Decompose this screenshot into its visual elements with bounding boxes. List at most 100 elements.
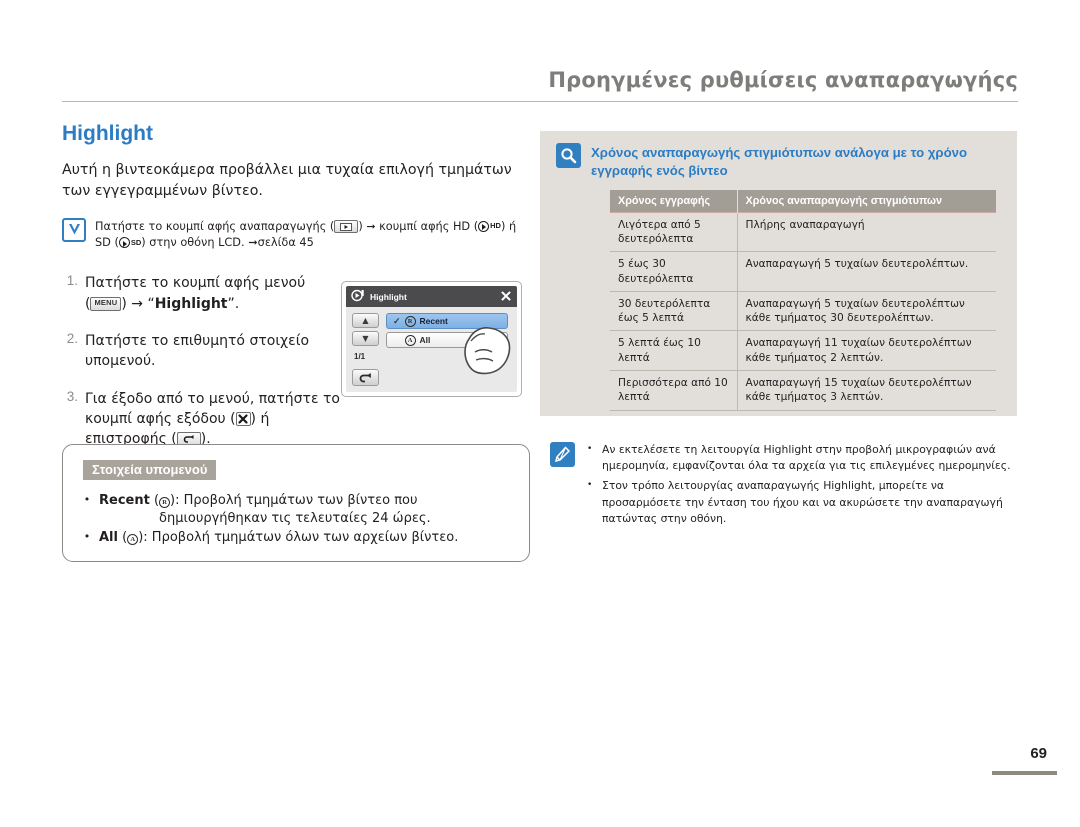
submenu-item-text: All (A): Προβολή τμημάτων όλων των αρχεί… [99, 529, 458, 547]
info-text-part4: ) ή [500, 219, 517, 233]
list-item: • Αν εκτελέσετε τη λειτουργία Highlight … [587, 442, 1020, 474]
intro-paragraph: Αυτή η βιντεοκάμερα προβάλλει μια τυχαία… [62, 162, 512, 200]
recent-badge-icon: R [159, 497, 171, 509]
table-cell-highlight-time: Αναπαραγωγή 11 τυχαίων δευτερολέπτων κάθ… [737, 330, 996, 371]
step-text: Πατήστε το επιθυμητό στοιχείο υπομενού. [85, 332, 310, 370]
paren-open: ( [149, 493, 160, 508]
step-number: 3. [66, 388, 78, 404]
steps-list: 1. Πατήστε το κουμπί αφής μενού (MENU) →… [62, 273, 347, 449]
step3-pre: Για έξοδο από το μενού, πατήστε το κουμπ… [85, 390, 340, 427]
list-item: • Στον τρόπο λειτουργίας αναπαραγωγής Hi… [587, 478, 1020, 527]
note-text: Στον τρόπο λειτουργίας αναπαραγωγής High… [602, 479, 1003, 525]
table-cell-record-time: Λιγότερα από 5 δευτερόλεπτα [610, 211, 738, 253]
arrow-icon: ➞ [366, 219, 376, 233]
table-header-cell: Χρόνος αναπαραγωγής στιγμιότυπων [737, 189, 996, 213]
paren-open: ( [117, 529, 128, 545]
checkmark-v-icon [62, 217, 86, 242]
check-icon: ✓ [393, 315, 401, 326]
table-row: Περισσότερα από 10 λεπτά Αναπαραγωγή 15 … [610, 370, 996, 411]
table-header-row: Χρόνος εγγραφής Χρόνος αναπαραγωγής στιγ… [610, 189, 996, 213]
lcd-option-label: Recent [419, 316, 448, 326]
table-cell-record-time: 5 λεπτά έως 10 λεπτά [610, 330, 738, 371]
table-cell-record-time: 5 έως 30 δευτερόλεπτα [610, 251, 738, 292]
submenu-item-text: Recent (R): Προβολή τμημάτων των βίντεο … [99, 492, 431, 529]
bullet-icon: • [83, 529, 91, 543]
lcd-scroll-down-button[interactable]: ▼ [352, 331, 379, 346]
table-row: 5 έως 30 δευτερόλεπτα Αναπαραγωγή 5 τυχα… [610, 251, 996, 292]
table-cell-highlight-time: Αναπαραγωγή 15 τυχαίων δευτερολέπτων κάθ… [737, 370, 996, 411]
bullet-icon: • [587, 480, 593, 491]
lcd-body: ▲ ▼ 1/1 ✓ R Recent ✓ A All [346, 307, 517, 392]
info-text-part3: κουμπί αφής HD ( [375, 219, 479, 233]
table-cell-record-time: 30 δευτερόλεπτα έως 5 λεπτά [610, 291, 738, 332]
step1-arrow-icon: → [131, 295, 144, 312]
step1-paren-close: ) [121, 295, 132, 312]
bullet-icon: • [587, 444, 593, 454]
right-panel-header: Χρόνος αναπαραγωγής στιγμιότυπων ανάλογα… [540, 131, 1017, 180]
step-item: 1. Πατήστε το κουμπί αφής μενού (MENU) →… [62, 273, 347, 314]
step-text: Πατήστε το κουμπί αφής μενού (MENU) → “H… [85, 273, 305, 314]
lcd-option-label: All [419, 335, 431, 345]
list-item: • All (A): Προβολή τμημάτων όλων των αρχ… [83, 529, 509, 547]
list-item: • Recent (R): Προβολή τμημάτων των βίντε… [83, 492, 509, 529]
close-x-icon[interactable] [500, 287, 512, 306]
step1-tail: ”. [227, 295, 240, 312]
table-cell-highlight-time: Πλήρης αναπαραγωγή [737, 211, 996, 253]
all-badge-icon: A [404, 334, 416, 346]
step1-pre: Πατήστε το κουμπί αφής μενού [85, 275, 306, 292]
table-row: 30 δευτερόλεπτα έως 5 λεπτά Αναπαραγωγή … [610, 291, 996, 332]
step-item: 2. Πατήστε το επιθυμητό στοιχείο υπομενο… [62, 331, 347, 372]
note-text: Αν εκτελέσετε τη λειτουργία Highlight στ… [602, 443, 1011, 473]
lcd-page-indicator: 1/1 [354, 352, 366, 361]
info-text-part1: Πατήστε το κουμπί αφής αναπαραγωγής ( [95, 219, 335, 233]
sd-touch-icon: SD [118, 237, 141, 249]
table-row: Λιγότερα από 5 δευτερόλεπτα Πλήρης αναπα… [610, 211, 996, 253]
recent-badge-icon: R [404, 315, 416, 327]
page-ref-arrow-icon: ➞ [248, 235, 258, 249]
playback-mode-icon [351, 287, 365, 306]
table-cell-highlight-time: Αναπαραγωγή 5 τυχαίων δευτερολέπτων. [737, 251, 996, 292]
header-divider [62, 101, 1018, 102]
section-title: Highlight [62, 122, 153, 145]
submenu-item-name: Recent [99, 493, 150, 508]
hd-touch-icon: HD [478, 221, 501, 233]
magnifier-icon [556, 143, 581, 168]
bullet-icon: • [83, 493, 91, 506]
lcd-option-all[interactable]: ✓ A All [386, 332, 508, 348]
lcd-scroll-up-button[interactable]: ▲ [352, 313, 379, 328]
submenu-items-box: Στοιχεία υπομενού • Recent (R): Προβολή … [62, 444, 530, 562]
page-header: Προηγμένες ρυθμίσεις αναπαραγωγήςς [62, 68, 1018, 102]
all-badge-icon: A [127, 534, 139, 546]
step-item: 3. Για έξοδο από το μενού, πατήστε το κο… [62, 389, 347, 450]
exit-x-key-icon [235, 411, 251, 426]
lcd-option-recent[interactable]: ✓ R Recent [386, 313, 508, 329]
lcd-return-button[interactable] [352, 369, 379, 386]
table-header-cell: Χρόνος εγγραφής [610, 189, 738, 213]
right-panel-title: Χρόνος αναπαραγωγής στιγμιότυπων ανάλογα… [591, 145, 968, 178]
submenu-item-name: All [99, 529, 118, 545]
submenu-item-desc: ): Προβολή τμημάτων των βίντεο που [170, 493, 418, 508]
table-row: 5 λεπτά έως 10 λεπτά Αναπαραγωγή 11 τυχα… [610, 330, 996, 371]
page-number: 69 [1030, 745, 1047, 762]
step3-mid: ) ή [250, 410, 270, 427]
table-cell-record-time: Περισσότερα από 10 λεπτά [610, 370, 738, 411]
info-text-part6: ) στην οθόνη LCD. [141, 235, 249, 249]
step-number: 1. [66, 273, 78, 289]
note-list: • Αν εκτελέσετε τη λειτουργία Highlight … [587, 442, 1020, 531]
step-number: 2. [66, 330, 78, 346]
step1-post: “ [143, 295, 155, 312]
submenu-item-desc: ): Προβολή τμημάτων όλων των αρχείων βίν… [138, 529, 459, 545]
info-text-part5: SD ( [95, 235, 119, 249]
footer-divider [992, 771, 1057, 775]
submenu-item-list: • Recent (R): Προβολή τμημάτων των βίντε… [83, 492, 509, 547]
table-cell-highlight-time: Αναπαραγωγή 5 τυχαίων δευτερολέπτων κάθε… [737, 291, 996, 332]
right-info-panel: Χρόνος αναπαραγωγής στιγμιότυπων ανάλογα… [540, 131, 1017, 416]
playback-time-table: Χρόνος εγγραφής Χρόνος αναπαραγωγής στιγ… [610, 189, 996, 411]
info-note: Πατήστε το κουμπί αφής αναπαραγωγής ( ) … [62, 217, 532, 252]
page-title: Προηγμένες ρυθμίσεις αναπαραγωγήςς [548, 68, 1018, 92]
note-block: • Αν εκτελέσετε τη λειτουργία Highlight … [550, 442, 1020, 531]
playback-key-icon [334, 220, 359, 234]
step1-bold-term: Highlight [154, 295, 228, 312]
lcd-title-bar: Highlight [346, 286, 517, 307]
lcd-title: Highlight [370, 291, 407, 302]
